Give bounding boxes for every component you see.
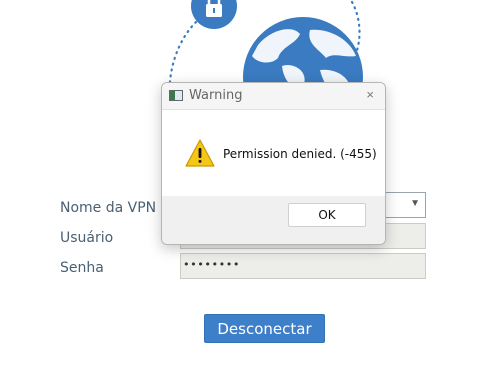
disconnect-button[interactable]: Desconectar bbox=[204, 314, 325, 343]
warning-dialog: Warning × Permission denied. (-455) OK bbox=[161, 82, 386, 245]
warning-icon bbox=[185, 139, 215, 167]
dialog-title: Warning bbox=[189, 88, 243, 103]
dialog-titlebar[interactable]: Warning × bbox=[162, 83, 385, 110]
dialog-message: Permission denied. (-455) bbox=[223, 147, 377, 161]
app-icon bbox=[169, 90, 183, 101]
chevron-down-icon[interactable]: ▼ bbox=[410, 198, 420, 209]
password-field[interactable]: •••••••• bbox=[180, 253, 426, 279]
close-icon[interactable]: × bbox=[366, 87, 374, 102]
user-label: Usuário bbox=[60, 230, 114, 246]
dialog-footer: OK bbox=[162, 196, 385, 244]
password-label: Senha bbox=[60, 260, 104, 276]
lock-icon bbox=[191, 0, 237, 29]
dialog-body: Permission denied. (-455) bbox=[162, 110, 385, 196]
vpn-name-label: Nome da VPN bbox=[60, 200, 157, 216]
password-value: •••••••• bbox=[183, 258, 240, 271]
ok-button[interactable]: OK bbox=[288, 203, 366, 227]
